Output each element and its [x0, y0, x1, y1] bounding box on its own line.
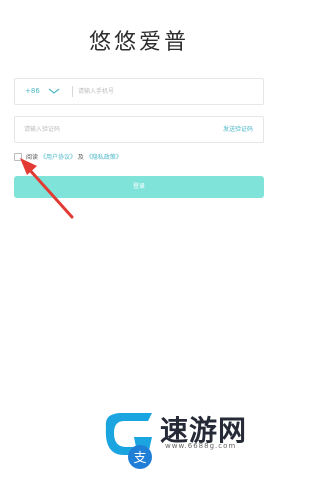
svg-text:支: 支 [133, 451, 146, 466]
send-code-button[interactable]: 发送验证码 [223, 117, 253, 142]
login-button[interactable]: 登录 [14, 176, 264, 198]
country-code[interactable]: +86 [25, 79, 40, 104]
verification-code-field[interactable]: 请输入验证码 发送验证码 [14, 116, 264, 143]
agreement-checkbox[interactable] [14, 153, 22, 161]
app-title: 悠悠爱普 [88, 30, 189, 55]
agreement-prefix: 阅读 [26, 154, 39, 161]
agreement-conjunction: 及 [77, 154, 84, 161]
agreement-row: 阅读 《用户协议》 及 《隐私政策》 [14, 153, 122, 163]
phone-input-field[interactable]: +86 请输入手机号 [14, 78, 264, 105]
chevron-down-icon[interactable] [48, 86, 60, 96]
privacy-policy-link[interactable]: 《隐私政策》 [86, 154, 122, 161]
divider [72, 86, 73, 97]
watermark-logo-icon: 支 [105, 413, 152, 469]
user-agreement-link[interactable]: 《用户协议》 [40, 154, 76, 161]
phone-placeholder[interactable]: 请输入手机号 [78, 79, 114, 104]
watermark-url: www.6688g.com [165, 442, 237, 450]
code-placeholder[interactable]: 请输入验证码 [24, 117, 60, 142]
